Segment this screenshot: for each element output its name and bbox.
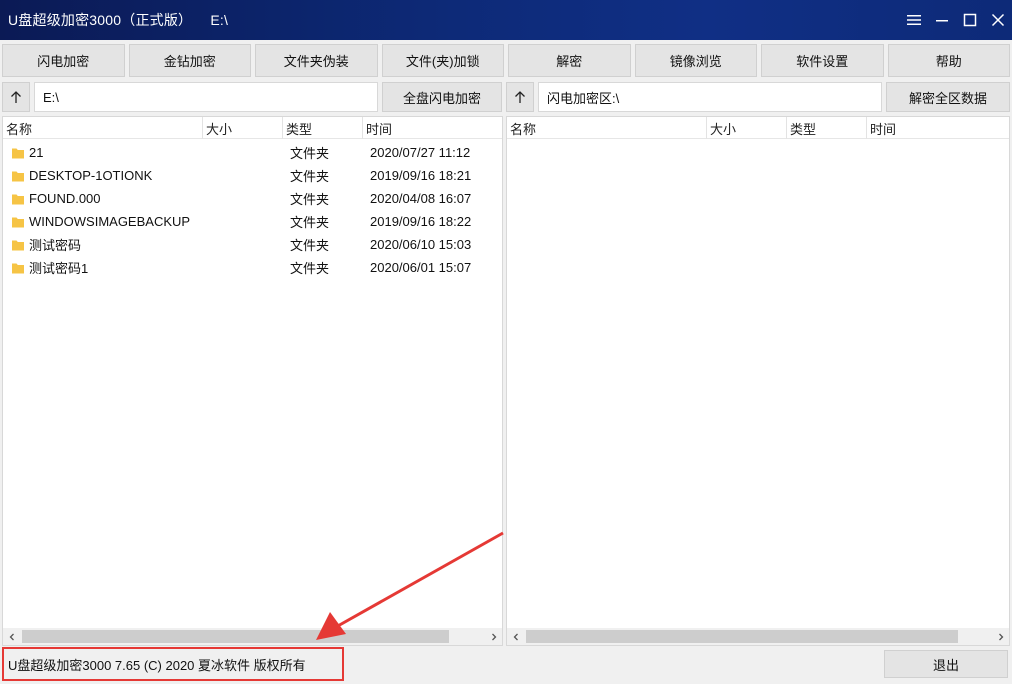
row-name: 测试密码: [29, 238, 82, 253]
decrypt-button[interactable]: 解密: [508, 44, 631, 77]
table-row[interactable]: FOUND.000 文件夹 2020/04/08 16:07: [3, 187, 502, 210]
window-controls: [900, 0, 1012, 40]
right-address-bar: 闪电加密区:\ 解密全区数据: [506, 82, 1010, 112]
row-time: 2020/06/10 15:03: [370, 237, 472, 252]
scroll-thumb[interactable]: [526, 630, 958, 643]
image-browse-button[interactable]: 镜像浏览: [634, 44, 757, 77]
right-file-list: 名称 大小 类型 时间: [506, 116, 1010, 646]
row-time: 2020/07/27 11:12: [370, 145, 471, 160]
help-button[interactable]: 帮助: [887, 44, 1010, 77]
copyright-text: U盘超级加密3000 7.65 (C) 2020 夏冰软件 版权所有: [8, 657, 306, 673]
maximize-icon[interactable]: [956, 0, 984, 40]
right-up-button[interactable]: [506, 82, 534, 112]
column-size[interactable]: 大小: [203, 117, 283, 139]
scroll-right-arrow-icon[interactable]: [485, 628, 502, 645]
full-disk-flash-encrypt-button[interactable]: 全盘闪电加密: [382, 82, 502, 112]
column-time[interactable]: 时间: [867, 117, 1009, 139]
right-horizontal-scrollbar[interactable]: [507, 628, 1009, 645]
table-row[interactable]: 测试密码 文件夹 2020/06/10 15:03: [3, 233, 502, 256]
diamond-encrypt-button[interactable]: 金钻加密: [128, 44, 251, 77]
left-horizontal-scrollbar[interactable]: [3, 628, 502, 645]
app-title: U盘超级加密3000（正式版）: [8, 12, 193, 28]
folder-disguise-button[interactable]: 文件夹伪装: [255, 44, 378, 77]
table-row[interactable]: 测试密码1 文件夹 2020/06/01 15:07: [3, 256, 502, 279]
left-address-bar: E:\ 全盘闪电加密: [2, 82, 502, 112]
scroll-right-arrow-icon[interactable]: [992, 628, 1009, 645]
flash-encrypt-button[interactable]: 闪电加密: [2, 44, 125, 77]
left-up-button[interactable]: [2, 82, 30, 112]
column-name[interactable]: 名称: [507, 117, 707, 139]
row-type: 文件夹: [290, 238, 330, 253]
row-time: 2020/04/08 16:07: [370, 191, 472, 206]
exit-button[interactable]: 退出: [884, 650, 1008, 678]
column-type[interactable]: 类型: [787, 117, 867, 139]
row-time: 2020/06/01 15:07: [370, 260, 472, 275]
scroll-thumb[interactable]: [22, 630, 449, 643]
row-type: 文件夹: [290, 146, 330, 161]
row-type: 文件夹: [290, 169, 330, 184]
row-name: WINDOWSIMAGEBACKUP: [29, 214, 191, 229]
row-name: FOUND.000: [29, 191, 101, 206]
row-name: 21: [29, 145, 44, 160]
window-path: E:\: [210, 12, 229, 28]
row-type: 文件夹: [290, 215, 330, 230]
main-toolbar: 闪电加密 金钻加密 文件夹伪装 文件(夹)加锁 解密 镜像浏览 软件设置 帮助: [2, 44, 1010, 78]
column-size[interactable]: 大小: [707, 117, 787, 139]
folder-icon: [12, 171, 24, 181]
left-path-input[interactable]: E:\: [34, 82, 378, 112]
scroll-track[interactable]: [524, 630, 992, 643]
scroll-left-arrow-icon[interactable]: [507, 628, 524, 645]
left-rows: 21 文件夹 2020/07/27 11:12 DESKTOP-1OTIONK …: [3, 141, 502, 279]
left-file-list: 名称 大小 类型 时间 21 文件夹 2020/07/27 11:12 DESK…: [2, 116, 503, 646]
scroll-track[interactable]: [20, 630, 485, 643]
row-name: DESKTOP-1OTIONK: [29, 168, 153, 183]
close-icon[interactable]: [984, 0, 1012, 40]
folder-icon: [12, 217, 24, 227]
scroll-left-arrow-icon[interactable]: [3, 628, 20, 645]
title-bar: U盘超级加密3000（正式版） E:\: [0, 0, 1012, 40]
decrypt-all-data-button[interactable]: 解密全区数据: [886, 82, 1010, 112]
folder-icon: [12, 240, 24, 250]
up-arrow-icon: [11, 91, 21, 103]
right-column-header: 名称 大小 类型 时间: [507, 117, 1009, 139]
folder-icon: [12, 148, 24, 158]
table-row[interactable]: 21 文件夹 2020/07/27 11:12: [3, 141, 502, 164]
column-name[interactable]: 名称: [3, 117, 203, 139]
settings-button[interactable]: 软件设置: [761, 44, 884, 77]
row-type: 文件夹: [290, 261, 330, 276]
row-time: 2019/09/16 18:22: [370, 214, 472, 229]
row-time: 2019/09/16 18:21: [370, 168, 472, 183]
folder-icon: [12, 263, 24, 273]
column-time[interactable]: 时间: [363, 117, 502, 139]
menu-icon[interactable]: [900, 0, 928, 40]
right-path-input[interactable]: 闪电加密区:\: [538, 82, 882, 112]
minimize-icon[interactable]: [928, 0, 956, 40]
window-title: U盘超级加密3000（正式版） E:\: [8, 10, 228, 30]
row-name: 测试密码1: [29, 261, 89, 276]
row-type: 文件夹: [290, 192, 330, 207]
table-row[interactable]: DESKTOP-1OTIONK 文件夹 2019/09/16 18:21: [3, 164, 502, 187]
left-column-header: 名称 大小 类型 时间: [3, 117, 502, 139]
status-bar: U盘超级加密3000 7.65 (C) 2020 夏冰软件 版权所有: [2, 647, 344, 681]
file-lock-button[interactable]: 文件(夹)加锁: [381, 44, 504, 77]
table-row[interactable]: WINDOWSIMAGEBACKUP 文件夹 2019/09/16 18:22: [3, 210, 502, 233]
up-arrow-icon: [515, 91, 525, 103]
column-type[interactable]: 类型: [283, 117, 363, 139]
folder-icon: [12, 194, 24, 204]
